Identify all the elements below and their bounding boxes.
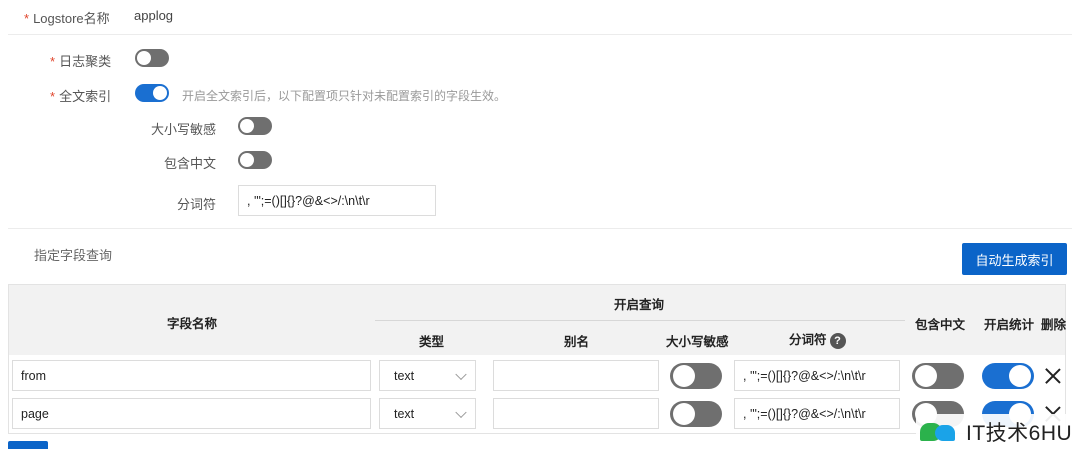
field-name-input[interactable]: page [12, 398, 371, 429]
log-cluster-toggle[interactable] [135, 49, 169, 67]
chevron-down-icon [455, 406, 467, 418]
delete-row-icon[interactable] [1044, 367, 1062, 385]
toggle-knob [240, 153, 254, 167]
toggle-knob [1009, 365, 1031, 387]
row-enable-stats-toggle[interactable] [982, 363, 1034, 389]
type-select[interactable]: text [379, 360, 476, 391]
header-type: 类型 [419, 335, 445, 349]
bottom-button-partial[interactable] [8, 441, 48, 449]
case-sensitive-toggle[interactable] [238, 117, 272, 135]
chat-logo-icon [920, 419, 960, 445]
field-index-table: 字段名称 开启查询 类型 别名 大小写敏感 分词符? 包含中文 开启统计 删除 … [8, 284, 1066, 434]
logstore-value: applog [134, 8, 174, 23]
header-field-name: 字段名称 [167, 317, 218, 331]
header-case-sensitive: 大小写敏感 [666, 335, 729, 349]
header-alias: 别名 [564, 335, 590, 349]
full-text-index-label: * 全文索引 [50, 89, 112, 104]
chevron-down-icon [455, 368, 467, 380]
auto-generate-index-button[interactable]: 自动生成索引 [962, 243, 1067, 275]
help-icon[interactable]: ? [829, 332, 846, 349]
divider [8, 228, 1072, 229]
row-include-chinese-toggle[interactable] [912, 363, 964, 389]
full-text-index-hint: 开启全文索引后，以下配置项只针对未配置索引的字段生效。 [182, 89, 507, 103]
full-text-index-toggle[interactable] [135, 84, 169, 102]
header-delimiter: 分词符? [789, 329, 846, 349]
header-enable-query: 开启查询 [614, 298, 665, 312]
alias-input[interactable] [493, 398, 659, 429]
header-delete: 删除 [1041, 318, 1067, 332]
row-case-sensitive-toggle[interactable] [670, 363, 722, 389]
header-divider [375, 320, 905, 321]
toggle-knob [673, 365, 695, 387]
watermark: IT技术6HU [916, 414, 1080, 449]
divider [8, 34, 1072, 35]
header-enable-stats: 开启统计 [984, 318, 1035, 332]
row-case-sensitive-toggle[interactable] [670, 401, 722, 427]
toggle-knob [240, 119, 254, 133]
table-header: 字段名称 开启查询 类型 别名 大小写敏感 分词符? 包含中文 开启统计 删除 [9, 285, 1067, 355]
include-chinese-toggle[interactable] [238, 151, 272, 169]
field-name-input[interactable]: from [12, 360, 371, 391]
toggle-knob [915, 365, 937, 387]
toggle-knob [153, 86, 167, 100]
log-cluster-label: * 日志聚类 [50, 54, 112, 69]
delimiter-input[interactable]: , '";=()[]{}?@&<>/:\n\t\r [238, 185, 436, 216]
include-chinese-label: 包含中文 [163, 156, 216, 171]
field-query-title: 指定字段查询 [34, 248, 113, 263]
header-include-chinese: 包含中文 [915, 318, 966, 332]
watermark-text: IT技术6HU [966, 421, 1073, 445]
row-delimiter-input[interactable]: , '";=()[]{}?@&<>/:\n\t\r [734, 398, 900, 429]
delimiter-label: 分词符 [176, 197, 216, 212]
case-sensitive-label: 大小写敏感 [150, 122, 216, 137]
toggle-knob [137, 51, 151, 65]
alias-input[interactable] [493, 360, 659, 391]
row-delimiter-input[interactable]: , '";=()[]{}?@&<>/:\n\t\r [734, 360, 900, 391]
toggle-knob [673, 403, 695, 425]
type-select[interactable]: text [379, 398, 476, 429]
logstore-label: * Logstore名称 [24, 11, 110, 26]
